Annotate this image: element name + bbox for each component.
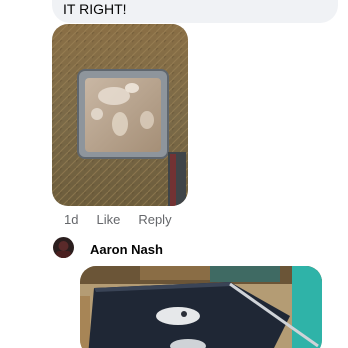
comment-actions: 1d Like Reply [64,210,190,228]
like-button[interactable]: Like [96,212,120,227]
comment-author-name[interactable]: Aaron Nash [90,242,163,257]
comment-photo-tray[interactable] [80,266,322,348]
comment-timestamp: 1d [64,211,79,227]
comment-photo-pan-in-grass[interactable] [52,24,188,206]
tray-photo-image [80,266,322,348]
reply-button[interactable]: Reply [138,212,171,227]
avatar-image [53,237,74,258]
comment-bubble: IT RIGHT! [52,0,338,23]
pan-photo-image [52,24,188,206]
comment-thread: IT RIGHT! 1d Like Reply Aaron Nash [0,0,348,348]
avatar[interactable] [53,237,74,258]
comment-text: IT RIGHT! [63,1,127,17]
